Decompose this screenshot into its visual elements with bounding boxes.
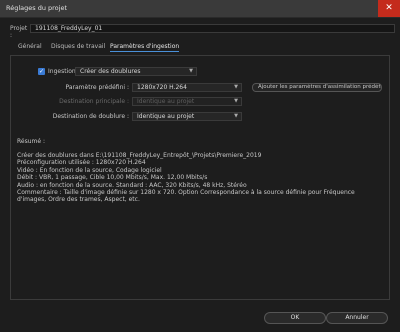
tab-general[interactable]: Général — [18, 43, 42, 50]
title-bar: Réglages du projet ✕ — [0, 0, 400, 18]
ingest-mode-select[interactable]: Créer des doublures ▼ — [75, 67, 197, 76]
summary-line: Préconfiguration utilisée : 1280x720 H.2… — [17, 159, 146, 167]
summary-title: Résumé : — [17, 138, 45, 145]
proxy-destination-select[interactable]: Identique au projet ▼ — [132, 112, 242, 121]
close-icon[interactable]: ✕ — [378, 0, 400, 17]
summary-line: Audio : en fonction de la source. Standa… — [17, 181, 247, 189]
project-label: Projet : — [10, 25, 28, 39]
ingest-mode-value: Créer des doublures — [80, 68, 141, 75]
tab-ingest-settings[interactable]: Paramètres d'ingestion — [110, 43, 180, 52]
project-name-field[interactable]: 191108_FreddyLey_01 — [30, 24, 395, 33]
ingest-label: Ingestion — [48, 68, 76, 75]
tab-scratch-disks[interactable]: Disques de travail — [51, 43, 105, 50]
proxy-destination-label: Destination de doublure : — [52, 113, 129, 120]
preset-label: Paramètre prédéfini : — [65, 84, 129, 91]
chevron-down-icon: ▼ — [234, 84, 238, 90]
ingest-checkbox[interactable]: ✓ — [38, 68, 45, 75]
summary-text: Créer des doublures dans E:\191108_Fredd… — [17, 152, 377, 204]
primary-destination-label: Destination principale : — [59, 98, 129, 105]
chevron-down-icon: ▼ — [189, 68, 193, 74]
primary-destination-value: Identique au projet — [137, 98, 195, 105]
preset-select[interactable]: 1280x720 H.264 ▼ — [132, 83, 242, 92]
summary-line: Commentaire : Taille d'image définie sur… — [17, 189, 355, 204]
ok-button[interactable]: OK — [264, 312, 326, 324]
primary-destination-select: Identique au projet ▼ — [132, 97, 242, 106]
proxy-destination-value: Identique au projet — [137, 113, 195, 120]
summary-line: Débit : VBR, 1 passage, Cible 10,00 Mbit… — [17, 174, 208, 182]
preset-value: 1280x720 H.264 — [137, 84, 187, 91]
window-title: Réglages du projet — [6, 4, 68, 12]
summary-line: Vidéo : En fonction de la source, Codage… — [17, 166, 162, 174]
chevron-down-icon: ▼ — [234, 98, 238, 104]
add-ingest-preset-button[interactable]: Ajouter les paramètres d'assimilation pr… — [252, 83, 382, 92]
chevron-down-icon: ▼ — [234, 113, 238, 119]
cancel-button[interactable]: Annuler — [326, 312, 388, 324]
summary-line: Créer des doublures dans E:\191108_Fredd… — [17, 152, 262, 159]
